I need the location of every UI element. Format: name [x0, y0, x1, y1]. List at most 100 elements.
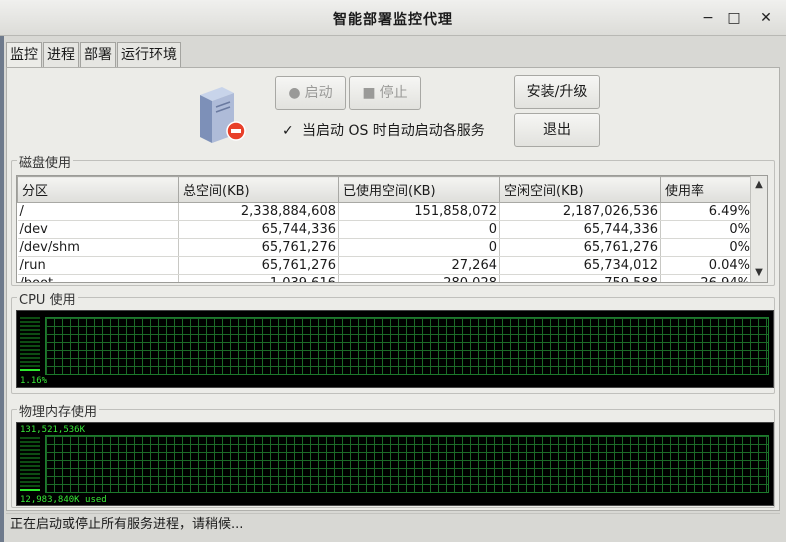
table-cell: 0% [660, 238, 753, 257]
column-header[interactable]: 空闲空间(KB) [499, 176, 661, 203]
memory-history-grid [45, 435, 769, 493]
table-cell: 65,761,276 [178, 238, 339, 257]
level-segment [20, 457, 40, 459]
tab-process[interactable]: 进程 [43, 42, 79, 68]
column-header[interactable]: 使用率 [660, 176, 753, 203]
table-row[interactable]: /run 65,761,276 27,264 65,734,012 0.04% [17, 256, 753, 275]
table-cell: 0.04% [660, 256, 753, 275]
table-scrollbar[interactable]: ▲ ▼ [750, 176, 767, 282]
memory-level-bar [20, 437, 40, 493]
level-segment [20, 437, 40, 439]
table-cell: 65,761,276 [178, 256, 339, 275]
table-row[interactable]: /2,338,884,608 151,858,072 2,187,026,536 6.… [17, 202, 753, 221]
scroll-down-icon[interactable]: ▼ [751, 266, 767, 280]
cpu-history-grid [45, 317, 769, 375]
column-header[interactable]: 总空间(KB) [178, 176, 339, 203]
level-segment [20, 345, 40, 347]
level-segment [20, 461, 40, 463]
memory-usage-group: 物理内存使用 131,521,536K 12,983,840K used [11, 401, 775, 508]
scroll-up-icon[interactable]: ▲ [751, 178, 767, 192]
table-cell: / [17, 202, 179, 221]
install-upgrade-button[interactable]: 安装/升级 [514, 75, 600, 109]
table-cell: 27,264 [338, 256, 500, 275]
level-segment [20, 325, 40, 327]
level-segment [20, 357, 40, 359]
table-cell: 65,761,276 [499, 238, 661, 257]
close-icon[interactable]: ✕ [756, 8, 776, 28]
table-cell: 1,039,616 [178, 274, 339, 282]
autostart-label: 当启动 OS 时自动启动各服务 [302, 123, 485, 139]
level-segment [20, 349, 40, 351]
level-segment [20, 453, 40, 455]
level-segment [20, 337, 40, 339]
table-cell: /dev/shm [17, 238, 179, 257]
memory-monitor: 131,521,536K 12,983,840K used [16, 422, 774, 506]
table-cell: 0 [338, 238, 500, 257]
memory-total: 131,521,536K [20, 425, 86, 435]
table-row[interactable]: /dev 65,744,336 0 65,744,336 0% [17, 220, 753, 239]
level-segment [20, 365, 40, 367]
table-cell: 2,187,026,536 [499, 202, 661, 221]
level-segment [20, 477, 40, 479]
desktop-edge [0, 36, 4, 542]
level-segment [20, 473, 40, 475]
monitor-panel: ● 启动 ■ 停止 ✓ 当启动 OS 时自动启动各服务 安装/升级 退出 磁盘使用 分… [6, 67, 780, 511]
table-cell: 0% [660, 220, 753, 239]
table-cell: 151,858,072 [338, 202, 500, 221]
start-button[interactable]: ● 启动 [275, 76, 346, 110]
level-segment [20, 445, 40, 447]
table-row[interactable]: /dev/shm 65,761,276 0 65,761,276 0% [17, 238, 753, 257]
disk-table: 分区 总空间(KB) 已使用空间(KB) 空闲空间(KB) 使用率 /2,338,884… [16, 175, 768, 283]
cpu-monitor: 1.16% [16, 310, 774, 388]
level-segment [20, 321, 40, 323]
level-segment [20, 329, 40, 331]
server-icon [200, 87, 246, 143]
level-segment [20, 353, 40, 355]
autostart-checkbox[interactable]: ✓ 当启动 OS 时自动启动各服务 [282, 120, 485, 140]
level-segment [20, 333, 40, 335]
table-row[interactable]: /boot1,039,616280,028759,58826.94% [17, 274, 753, 282]
exit-button[interactable]: 退出 [514, 113, 600, 147]
memory-usage-label: 物理内存使用 [17, 401, 100, 420]
level-segment [20, 449, 40, 451]
column-header[interactable]: 已使用空间(KB) [338, 176, 500, 203]
status-bar: 正在启动或停止所有服务进程，请稍候... [6, 513, 780, 535]
level-segment [20, 369, 40, 371]
level-segment [20, 341, 40, 343]
minimize-icon[interactable]: − [698, 8, 718, 28]
play-icon: ● [288, 85, 301, 101]
cpu-level-bar [20, 317, 40, 373]
table-cell: 2,338,884,608 [178, 202, 339, 221]
table-cell: 280,028 [338, 274, 500, 282]
table-cell: /run [17, 256, 179, 275]
table-cell: /boot [17, 274, 179, 282]
table-cell: 26.94% [660, 274, 753, 282]
disk-usage-group: 磁盘使用 分区 总空间(KB) 已使用空间(KB) 空闲空间(KB) 使用率 /2,33… [11, 152, 775, 286]
stop-icon: ■ [362, 85, 376, 101]
cpu-usage-label: CPU 使用 [17, 289, 78, 308]
tab-runtime[interactable]: 运行环境 [117, 42, 181, 68]
level-segment [20, 489, 40, 491]
level-segment [20, 317, 40, 319]
level-segment [20, 361, 40, 363]
maximize-icon[interactable]: □ [724, 8, 744, 28]
level-segment [20, 465, 40, 467]
cpu-value: 1.16% [20, 376, 48, 386]
table-cell: 0 [338, 220, 500, 239]
cpu-usage-group: CPU 使用 1.16% [11, 289, 775, 394]
table-cell: /dev [17, 220, 179, 239]
tab-monitor[interactable]: 监控 [6, 42, 42, 68]
title-bar: 智能部署监控代理 − □ ✕ [0, 0, 786, 36]
tab-deploy[interactable]: 部署 [80, 42, 116, 68]
table-cell: 6.49% [660, 202, 753, 221]
disk-usage-label: 磁盘使用 [17, 152, 74, 171]
checkmark-icon: ✓ [282, 123, 294, 139]
table-cell: 65,744,336 [178, 220, 339, 239]
level-segment [20, 481, 40, 483]
level-segment [20, 485, 40, 487]
stop-button[interactable]: ■ 停止 [349, 76, 421, 110]
level-segment [20, 469, 40, 471]
table-cell: 65,744,336 [499, 220, 661, 239]
column-header[interactable]: 分区 [17, 176, 179, 203]
table-cell: 759,588 [499, 274, 661, 282]
